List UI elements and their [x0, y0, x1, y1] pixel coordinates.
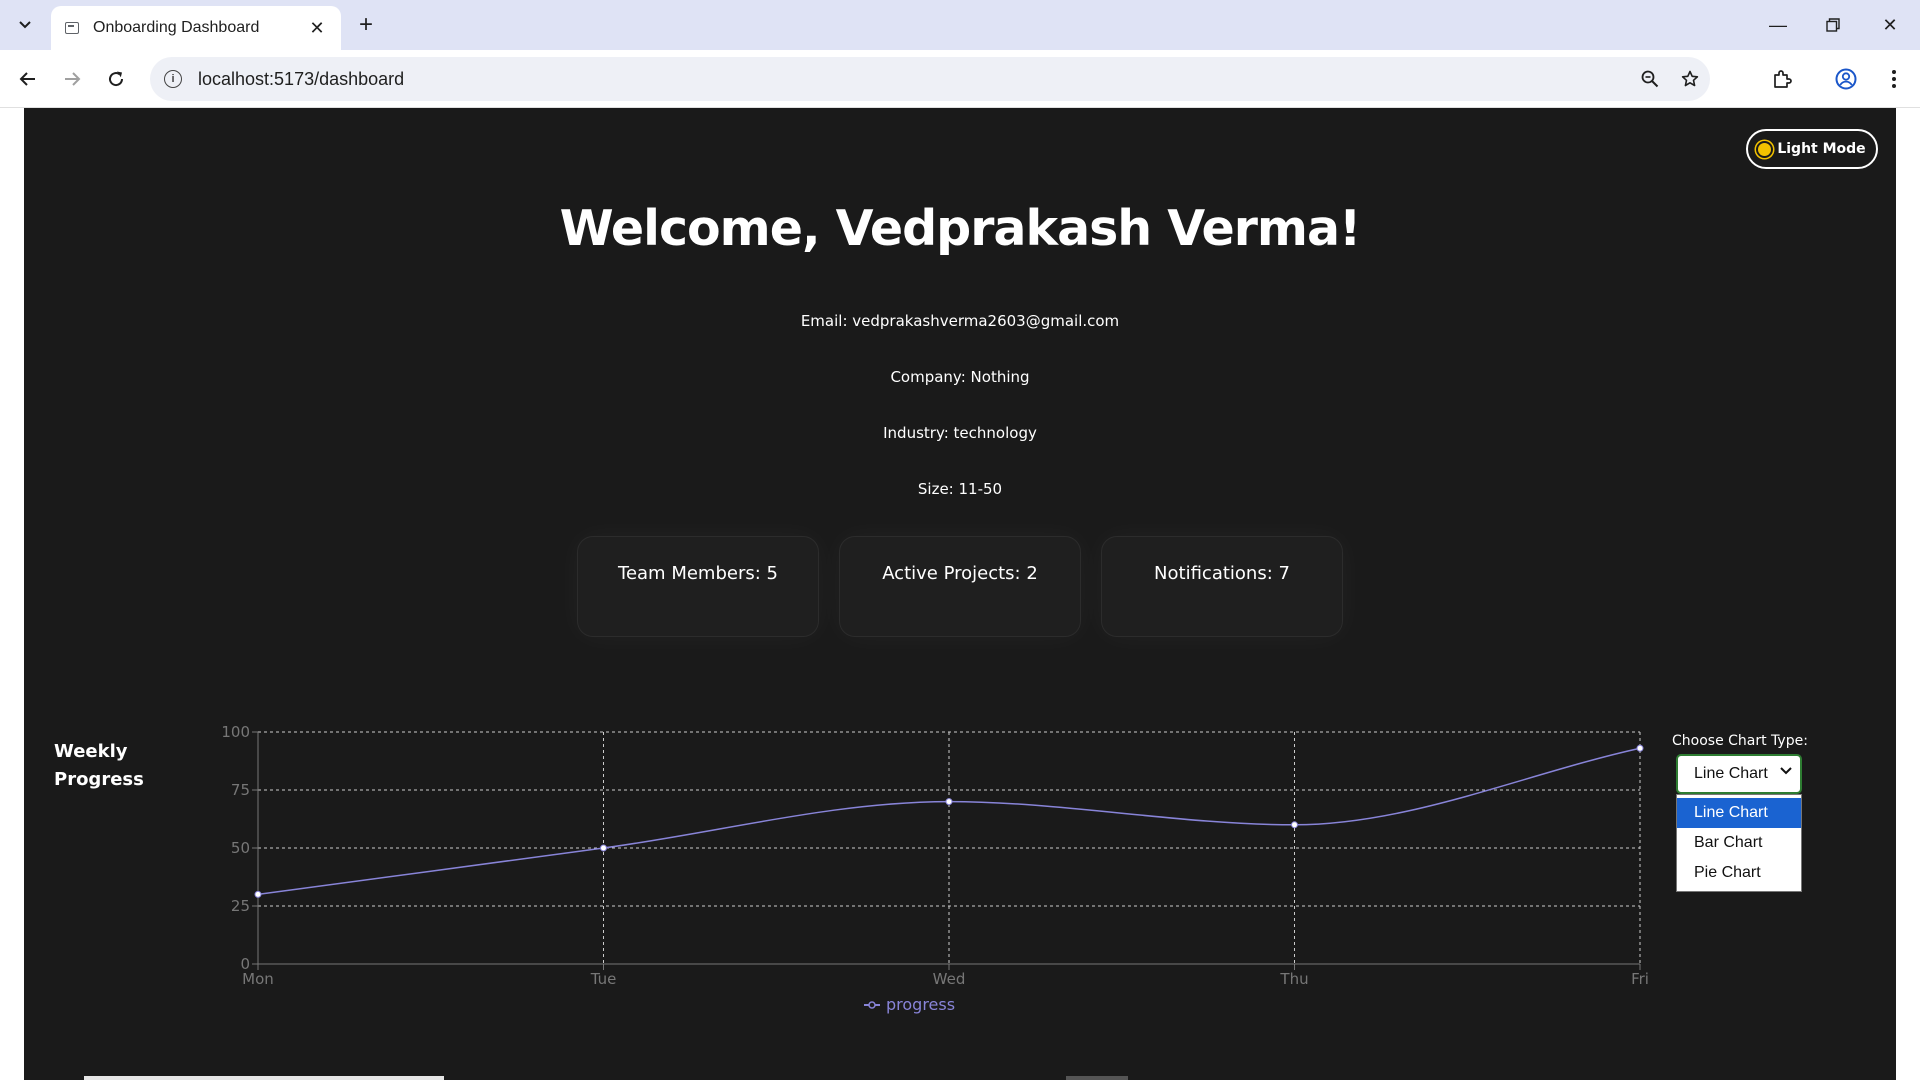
browser-menu-button[interactable] — [1878, 63, 1910, 95]
stats-cards: Team Members: 5 Active Projects: 2 Notif… — [577, 536, 1343, 637]
industry-text: Industry: technology — [883, 424, 1037, 442]
y-tick-label: 25 — [231, 897, 250, 915]
url-text[interactable]: localhost:5173/dashboard — [198, 69, 1630, 90]
page-viewport: Light Mode Welcome, Vedprakash Verma! Em… — [0, 108, 1920, 1080]
tab-title: Onboarding Dashboard — [93, 19, 260, 36]
tab-strip: Onboarding Dashboard ✕ + — ✕ — [0, 0, 1920, 50]
dashboard-app: Light Mode Welcome, Vedprakash Verma! Em… — [24, 108, 1896, 1080]
close-window-button[interactable]: ✕ — [1870, 8, 1910, 42]
x-tick-label: Tue — [590, 970, 617, 988]
data-point — [254, 890, 262, 898]
stat-card-active-projects: Active Projects: 2 — [839, 536, 1081, 637]
legend-marker-icon — [868, 1001, 876, 1009]
data-point — [945, 798, 953, 806]
puzzle-icon — [1774, 70, 1792, 88]
scrollbar-indicator[interactable] — [1066, 1076, 1128, 1080]
stat-card-team-members: Team Members: 5 — [577, 536, 819, 637]
account-circle-icon — [1835, 68, 1857, 90]
arrow-left-icon — [19, 72, 35, 86]
arrow-right-icon — [65, 72, 81, 86]
tab-close-icon[interactable]: ✕ — [307, 18, 327, 39]
option-bar-chart[interactable]: Bar Chart — [1677, 828, 1801, 858]
chart-type-selected-value: Line Chart — [1694, 765, 1768, 782]
horizontal-scrollbar[interactable] — [84, 1076, 444, 1080]
chart-heading: Weekly Progress — [54, 741, 144, 790]
chevron-down-icon — [19, 21, 31, 29]
reload-button[interactable] — [100, 63, 132, 95]
restore-button[interactable] — [1813, 8, 1853, 42]
restore-icon — [1826, 18, 1840, 32]
y-tick-label: 100 — [221, 723, 250, 741]
new-tab-button[interactable]: + — [352, 12, 380, 40]
x-tick-label: Mon — [242, 970, 274, 988]
chart-type-select[interactable]: Line Chart — [1676, 754, 1802, 794]
y-tick-label: 75 — [231, 781, 250, 799]
forward-button[interactable] — [56, 63, 88, 95]
stat-card-notifications: Notifications: 7 — [1101, 536, 1343, 637]
data-point — [600, 844, 607, 852]
page-title: Welcome, Vedprakash Verma! — [559, 200, 1362, 257]
active-tab[interactable]: Onboarding Dashboard ✕ — [51, 6, 341, 50]
x-tick-label: Thu — [1279, 970, 1308, 988]
y-tick-label: 50 — [231, 839, 250, 857]
kebab-menu-icon — [1892, 70, 1896, 88]
option-line-chart[interactable]: Line Chart — [1677, 798, 1801, 828]
x-tick-label: Wed — [933, 970, 966, 988]
star-icon — [1681, 70, 1699, 87]
light-mode-button[interactable]: Light Mode — [1746, 129, 1878, 169]
data-point — [1291, 821, 1298, 829]
browser-toolbar: i localhost:5173/dashboard — [0, 50, 1920, 108]
minimize-button[interactable]: — — [1758, 8, 1798, 42]
back-button[interactable] — [12, 63, 44, 95]
x-tick-label: Fri — [1631, 970, 1649, 988]
email-text: Email: vedprakashverma2603@gmail.com — [800, 312, 1120, 330]
sun-icon — [1758, 142, 1772, 156]
address-bar[interactable]: i localhost:5173/dashboard — [150, 57, 1710, 101]
company-text: Company: Nothing — [890, 368, 1030, 386]
tab-search-button[interactable] — [8, 9, 42, 41]
data-point — [1636, 744, 1644, 752]
reload-icon — [109, 71, 124, 87]
chevron-down-icon — [1780, 767, 1792, 775]
chart-type-dropdown: Line Chart Bar Chart Pie Chart — [1676, 794, 1802, 892]
bookmark-star-icon[interactable] — [1670, 59, 1710, 99]
extensions-button[interactable] — [1766, 63, 1798, 95]
light-mode-label: Light Mode — [1777, 141, 1866, 157]
option-pie-chart[interactable]: Pie Chart — [1677, 858, 1801, 888]
size-text: Size: 11-50 — [917, 480, 1003, 498]
zoom-icon[interactable] — [1630, 59, 1670, 99]
chart-type-label: Choose Chart Type: — [1672, 733, 1808, 749]
profile-button[interactable] — [1830, 63, 1862, 95]
page-favicon-icon — [65, 22, 79, 34]
weekly-progress-chart: 0255075100Mon Tue Wed Thu Friprogress — [221, 723, 1649, 1014]
magnifier-minus-icon — [1641, 70, 1659, 88]
site-info-icon[interactable]: i — [164, 70, 182, 88]
legend-label: progress — [886, 995, 955, 1014]
